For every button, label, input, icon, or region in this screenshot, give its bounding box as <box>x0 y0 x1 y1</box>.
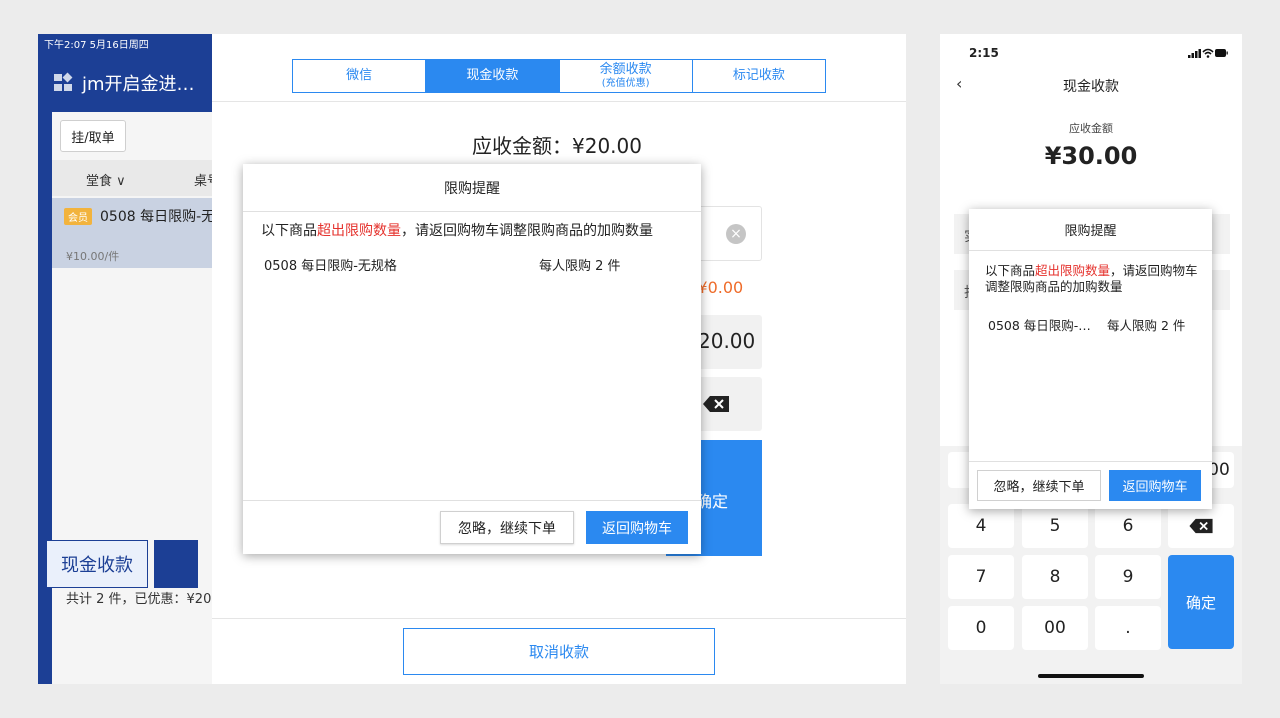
limited-product-rule: 每人限购 2 件 <box>539 259 621 274</box>
msg-highlight: 超出限购数量 <box>317 223 401 239</box>
home-indicator <box>1038 674 1144 678</box>
cancel-payment-button[interactable]: 取消收款 <box>403 628 715 675</box>
dialog-message: 以下商品超出限购数量，请返回购物车调整限购商品的加购数量 <box>261 220 653 240</box>
item-name: 0508 每日限购-无规 <box>100 209 212 225</box>
purchase-limit-dialog: 限购提醒 以下商品超出限购数量，请返回购物车调整限购商品的加购数量 0508 每… <box>969 209 1212 509</box>
key-8[interactable]: 8 <box>1022 555 1088 599</box>
limited-product-name: 0508 每日限购-无规格 <box>264 259 397 274</box>
tab-balance[interactable]: 余额收款 (充值优惠) <box>560 60 693 92</box>
tab-cash[interactable]: 现金收款 <box>426 60 560 92</box>
clear-input-icon[interactable]: × <box>726 224 746 244</box>
member-badge: 会员 <box>64 208 92 225</box>
phone-screen: 2:15 ‹ 现金收款 应收金额 ¥30.00 实 找 00 4 5 6 7 8… <box>940 34 1242 684</box>
dialog-title: 限购提醒 <box>243 164 701 212</box>
quick-amount-label: 20.00 <box>698 329 756 353</box>
dialog-title: 限购提醒 <box>969 209 1212 251</box>
dialog-message: 以下商品超出限购数量，请返回购物车调整限购商品的加购数量 <box>985 263 1200 295</box>
tab-label: 余额收款 <box>599 62 652 78</box>
msg-text: ，请返回购物车调整限购商品的加购数量 <box>401 223 653 239</box>
tab-label: 现金收款 <box>466 67 519 83</box>
key-4[interactable]: 4 <box>948 504 1014 548</box>
ignore-continue-button[interactable]: 忽略，继续下单 <box>977 470 1101 501</box>
msg-text: 以下商品 <box>985 263 1036 278</box>
order-column-header: 堂食 ∨ 桌号 <box>52 160 212 196</box>
msg-text: 以下商品 <box>261 223 317 239</box>
dialog-footer: 忽略，继续下单 返回购物车 <box>243 500 701 554</box>
page-title: 现金收款 <box>1063 79 1119 95</box>
key-7[interactable]: 7 <box>948 555 1014 599</box>
purchase-limit-dialog: 限购提醒 以下商品超出限购数量，请返回购物车调整限购商品的加购数量 0508 每… <box>243 164 701 554</box>
amount-label: 应收金额 <box>1069 122 1113 135</box>
back-to-cart-button[interactable]: 返回购物车 <box>586 511 688 544</box>
key-dot[interactable]: . <box>1095 606 1161 650</box>
dialog-footer: 忽略，继续下单 返回购物车 <box>969 461 1212 509</box>
dine-type-dropdown[interactable]: 堂食 ∨ <box>86 170 126 189</box>
order-list-item[interactable]: 会员 0508 每日限购-无规 ¥10.00/件 <box>52 198 212 268</box>
tab-label: 微信 <box>346 67 373 83</box>
divider <box>212 618 906 619</box>
status-bar: 下午2:07 5月16日周四 <box>44 40 149 51</box>
limited-product-name: 0508 每日限购-… <box>988 318 1091 333</box>
order-sidebar: 下午2:07 5月16日周四 jm开启金进… 挂/取单 堂食 ∨ 桌号 会员 0… <box>38 34 212 684</box>
confirm-button[interactable]: 确定 <box>1168 555 1234 649</box>
amount-due: 应收金额：¥20.00 <box>472 134 642 158</box>
app-logo-icon <box>54 72 74 92</box>
key-9[interactable]: 9 <box>1095 555 1161 599</box>
key-6[interactable]: 6 <box>1095 504 1161 548</box>
tablet-screen: 下午2:07 5月16日周四 jm开启金进… 挂/取单 堂食 ∨ 桌号 会员 0… <box>38 34 906 684</box>
backspace-icon <box>1189 518 1213 534</box>
ignore-continue-button[interactable]: 忽略，继续下单 <box>440 511 574 544</box>
divider <box>212 101 906 102</box>
order-panel: 挂/取单 堂食 ∨ 桌号 会员 0508 每日限购-无规 ¥10.00/件 共计… <box>52 112 212 684</box>
order-total: 共计 2 件，已优惠：¥20 <box>66 592 212 607</box>
key-5[interactable]: 5 <box>1022 504 1088 548</box>
backspace-icon <box>703 396 729 412</box>
checkout-button[interactable] <box>154 540 198 588</box>
tab-label: 标记收款 <box>732 67 785 83</box>
hold-order-button[interactable]: 挂/取单 <box>60 120 126 152</box>
table-number-label: 桌号 <box>194 174 212 189</box>
back-to-cart-button[interactable]: 返回购物车 <box>1109 470 1201 501</box>
amount-due: ¥30.00 <box>1044 142 1138 170</box>
change-value: ¥0.00 <box>697 278 744 297</box>
key-00[interactable]: 00 <box>1022 606 1088 650</box>
item-price: ¥10.00/件 <box>66 250 120 263</box>
tab-sublabel: (充值优惠) <box>601 77 650 89</box>
status-icons <box>1188 48 1228 58</box>
status-time: 2:15 <box>969 46 999 60</box>
backspace-key[interactable] <box>1168 504 1234 548</box>
limited-product-rule: 每人限购 2 件 <box>1107 318 1186 333</box>
tab-wechat[interactable]: 微信 <box>293 60 427 92</box>
key-0[interactable]: 0 <box>948 606 1014 650</box>
cash-payment-button[interactable]: 现金收款 <box>46 540 148 588</box>
app-title[interactable]: jm开启金进… <box>82 70 195 96</box>
payment-method-tabs: 微信 现金收款 余额收款 (充值优惠) 标记收款 <box>292 59 826 93</box>
msg-highlight: 超出限购数量 <box>1035 263 1111 278</box>
tab-mark[interactable]: 标记收款 <box>693 60 825 92</box>
